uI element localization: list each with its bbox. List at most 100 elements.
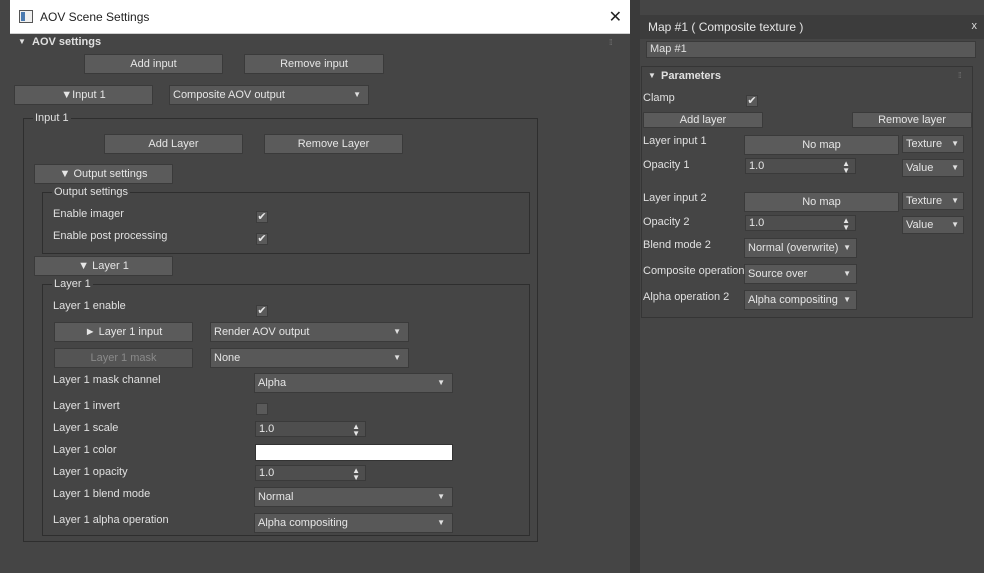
layer-1-input-dropdown[interactable]: Render AOV output ▼ [210,322,409,342]
layer-input-1-label: Layer input 1 [643,135,707,147]
remove-input-button[interactable]: Remove input [244,54,384,74]
remove-layer-button[interactable]: Remove Layer [264,134,403,154]
layer-1-scale-spinner[interactable]: 1.0 ▲ ▼ [255,421,366,438]
layer-input-1-type-value: Texture [906,138,943,150]
layer-1-color-swatch[interactable] [255,444,453,461]
collapse-icon: ▼ [18,37,26,46]
opacity-2-type-value: Value [906,219,934,231]
drag-grip-icon[interactable]: ⁞⁞ [609,38,613,47]
layer-1-opacity-spinner[interactable]: 1.0 ▲ ▼ [255,465,366,482]
chevron-down-icon: ▼ [843,295,851,304]
opacity-2-label: Opacity 2 [643,216,690,228]
mask-channel-dropdown[interactable]: Alpha ▼ [254,373,453,393]
enable-post-processing-label: Enable post processing [53,230,168,242]
input-1-dropdown-value: Composite AOV output [173,89,285,101]
left-window-title: AOV Scene Settings [40,10,150,24]
layer-input-2-map-button[interactable]: No map [744,192,899,212]
layer-1-mask-dropdown[interactable]: None ▼ [210,348,409,368]
close-icon[interactable]: ✕ [609,7,622,27]
input-1-group-title: Input 1 [33,112,71,124]
enable-imager-label: Enable imager [53,208,124,220]
alpha-operation-2-label: Alpha operation 2 [643,291,730,303]
spinner-arrows-icon: ▲ ▼ [842,216,850,232]
layer-1-enable-label: Layer 1 enable [53,300,126,312]
enable-imager-checkbox[interactable]: ✔ [256,211,268,223]
opacity-1-type-dropdown[interactable]: Value ▼ [902,159,964,177]
opacity-2-type-dropdown[interactable]: Value ▼ [902,216,964,234]
material-editor-window: Map #1 ( Composite texture ) x Map #1 ▼ … [640,15,984,573]
chevron-down-icon: ▼ [393,327,401,336]
layer-input-2-type-dropdown[interactable]: Texture ▼ [902,192,964,210]
spinner-arrows-icon: ▲ ▼ [352,422,360,438]
chevron-down-icon: ▼ [951,220,959,229]
close-icon[interactable]: x [972,20,978,32]
remove-layer-button[interactable]: Remove layer [852,112,972,128]
opacity-1-value: 1.0 [749,160,765,172]
opacity-1-spinner[interactable]: 1.0 ▲ ▼ [745,158,856,175]
blend-mode-2-dropdown[interactable]: Normal (overwrite) ▼ [744,238,857,258]
aov-settings-rollout-header[interactable]: ▼ AOV settings ⁞⁞ [12,35,628,51]
chevron-down-icon: ▼ [951,139,959,148]
chevron-down-icon: ▼ [393,353,401,362]
composite-operation-dropdown[interactable]: Source over ▼ [744,264,857,284]
layer-1-alpha-operation-value: Alpha compositing [258,517,348,529]
alpha-operation-2-dropdown[interactable]: Alpha compositing ▼ [744,290,857,310]
layer-1-mask-dropdown-value: None [214,352,241,364]
output-settings-toggle-button[interactable]: ▼ Output settings [34,164,173,184]
layer-1-input-dropdown-value: Render AOV output [214,326,310,338]
map-name-field[interactable]: Map #1 [646,41,976,58]
spinner-arrows-icon: ▲ ▼ [352,466,360,482]
parameters-panel: ▼ Parameters ⁞⁞ Clamp ✔ Add layer Remove… [641,66,973,318]
output-settings-group [42,192,530,254]
right-titlebar: Map #1 ( Composite texture ) x [640,15,984,39]
layer-1-invert-checkbox[interactable] [256,403,268,415]
aov-scene-settings-window: AOV Scene Settings ✕ ▼ AOV settings ⁞⁞ A… [10,0,630,573]
layer-1-toggle-button[interactable]: ▼ Layer 1 [34,256,173,276]
layer-input-2-label: Layer input 2 [643,192,707,204]
add-layer-button[interactable]: Add layer [643,112,763,128]
input-1-toggle-button[interactable]: ▼Input 1 [14,85,153,105]
clamp-label: Clamp [643,92,675,104]
enable-post-processing-checkbox[interactable]: ✔ [256,233,268,245]
opacity-2-value: 1.0 [749,217,765,229]
layer-1-mask-button[interactable]: Layer 1 mask [54,348,193,368]
left-titlebar: AOV Scene Settings ✕ [10,0,630,34]
layer-1-enable-checkbox[interactable]: ✔ [256,305,268,317]
opacity-1-label: Opacity 1 [643,159,690,171]
layer-input-1-map-button[interactable]: No map [744,135,899,155]
layer-1-group-title: Layer 1 [52,278,93,290]
opacity-1-type-value: Value [906,162,934,174]
chevron-down-icon: ▼ [843,269,851,278]
output-settings-group-title: Output settings [52,186,130,198]
layer-1-alpha-operation-label: Layer 1 alpha operation [53,514,169,526]
chevron-down-icon: ▼ [437,378,445,387]
aov-settings-title: AOV settings [32,36,102,48]
mask-channel-label: Layer 1 mask channel [53,374,161,386]
layer-1-opacity-label: Layer 1 opacity [53,466,128,478]
blend-mode-2-label: Blend mode 2 [643,239,711,251]
chevron-down-icon: ▼ [843,243,851,252]
right-window-title: Map #1 ( Composite texture ) [648,20,804,34]
chevron-down-icon: ▼ [353,90,361,99]
composite-operation-label: Composite operation [643,265,745,277]
collapse-icon: ▼ [648,71,656,80]
parameters-title: Parameters [661,70,721,82]
clamp-checkbox[interactable]: ✔ [746,95,758,107]
layer-1-alpha-operation-dropdown[interactable]: Alpha compositing ▼ [254,513,453,533]
layer-1-blend-mode-dropdown[interactable]: Normal ▼ [254,487,453,507]
chevron-down-icon: ▼ [437,518,445,527]
alpha-operation-2-value: Alpha compositing [748,294,838,306]
layer-1-invert-label: Layer 1 invert [53,400,120,412]
opacity-2-spinner[interactable]: 1.0 ▲ ▼ [745,215,856,232]
add-layer-button[interactable]: Add Layer [104,134,243,154]
drag-grip-icon[interactable]: ⁞⁞ [958,71,962,80]
mask-channel-dropdown-value: Alpha [258,377,287,389]
chevron-down-icon: ▼ [951,196,959,205]
add-input-button[interactable]: Add input [84,54,223,74]
chevron-down-icon: ▼ [951,163,959,172]
blend-mode-2-value: Normal (overwrite) [748,242,839,254]
input-1-dropdown[interactable]: Composite AOV output ▼ [169,85,369,105]
layer-input-1-type-dropdown[interactable]: Texture ▼ [902,135,964,153]
chevron-down-icon: ▼ [437,492,445,501]
layer-1-input-button[interactable]: ► Layer 1 input [54,322,193,342]
